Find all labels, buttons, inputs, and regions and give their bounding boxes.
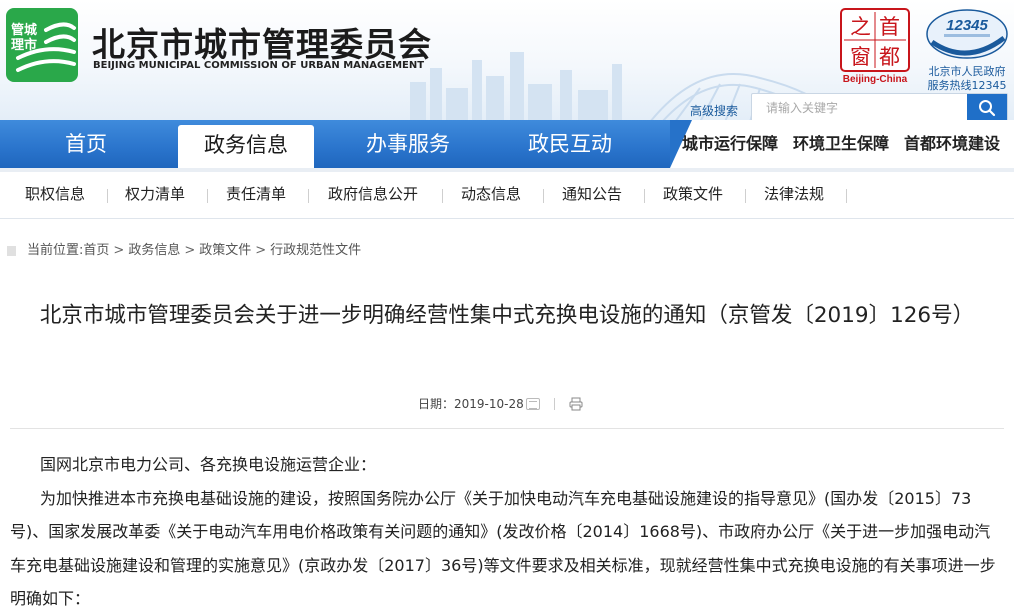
nav-item-government-info[interactable]: 政务信息 — [178, 125, 314, 168]
subnav-divider — [543, 189, 544, 203]
beijing-china-logo[interactable]: 之 首 窗 都 Beijing-China — [840, 8, 910, 85]
breadcrumb-marker-icon — [7, 246, 16, 256]
logo-emblem-icon — [16, 22, 76, 72]
seal-char-3: 窗 — [850, 45, 871, 69]
breadcrumb-policies[interactable]: 政策文件 — [199, 243, 251, 258]
main-nav: 首页 政务信息 办事服务 政民互动 城市运行保障 环境卫生保障 首都环境建设 — [0, 120, 1014, 168]
date-label: 日期： — [418, 397, 455, 411]
hotline-12345-logo[interactable]: 12345 北京市人民政府 服务热线12345 — [922, 8, 1012, 92]
breadcrumb-home[interactable]: 首页 — [83, 243, 109, 258]
subnav-item-news[interactable]: 动态信息 — [461, 172, 521, 219]
subnav-divider — [644, 189, 645, 203]
seal-char-2: 之 — [850, 15, 871, 39]
calendar-icon — [525, 398, 540, 410]
subnav-item-power-list[interactable]: 权力清单 — [125, 172, 185, 219]
breadcrumb-prefix: 当前位置: — [27, 243, 84, 258]
hotline-line2: 服务热线12345 — [927, 79, 1007, 92]
nav-item-interaction[interactable]: 政民互动 — [490, 120, 650, 168]
subnav-item-laws[interactable]: 法律法规 — [764, 172, 824, 219]
article-paragraph: 为加快推进本市充换电基础设施的建设，按照国务院办公厅《关于加快电动汽车充电基础设… — [10, 488, 996, 608]
site-logo[interactable]: 管城 理市 — [6, 8, 78, 82]
subnav-item-notices[interactable]: 通知公告 — [562, 172, 622, 219]
article-divider — [10, 428, 1004, 429]
hotline-emblem-icon: 12345 — [926, 9, 1008, 59]
subnav-divider — [107, 189, 108, 203]
link-city-operation[interactable]: 城市运行保障 — [682, 120, 778, 168]
breadcrumb-normative-docs[interactable]: 行政规范性文件 — [270, 243, 361, 258]
seal-char-0: 首 — [879, 15, 900, 39]
site-header: 管城 理市 北京市城市管理委员会 BEIJING MUNICIPAL COMMI… — [0, 0, 1014, 120]
subnav-item-policies[interactable]: 政策文件 — [663, 172, 723, 219]
hotline-number: 12345 — [946, 17, 988, 34]
subnav-item-authority[interactable]: 职权信息 — [25, 172, 85, 219]
article-meta: 日期：2019-10-28 — [418, 395, 583, 412]
site-title: 北京市城市管理委员会 — [92, 25, 432, 64]
search-button[interactable] — [967, 94, 1007, 120]
subnav-divider — [207, 189, 208, 203]
search-icon — [979, 100, 996, 117]
search-input[interactable] — [752, 94, 967, 120]
site-subtitle: BEIJING MUNICIPAL COMMISSION OF URBAN MA… — [93, 60, 425, 71]
subnav-divider — [745, 189, 746, 203]
subnav-divider — [308, 189, 309, 203]
advanced-search-link[interactable]: 高级搜索 — [690, 102, 738, 119]
link-sanitation[interactable]: 环境卫生保障 — [793, 120, 889, 168]
article-salutation: 国网北京市电力公司、各充换电设施运营企业： — [40, 455, 377, 474]
breadcrumb-separator: > — [113, 243, 125, 258]
subnav-item-info-disclosure[interactable]: 政府信息公开 — [328, 172, 418, 219]
search-bar — [751, 93, 1008, 120]
subnav-item-duty-list[interactable]: 责任清单 — [226, 172, 286, 219]
breadcrumb-separator: > — [255, 243, 267, 258]
link-capital-environment[interactable]: 首都环境建设 — [904, 120, 1000, 168]
nav-item-home[interactable]: 首页 — [0, 120, 172, 168]
article-title: 北京市城市管理委员会关于进一步明确经营性集中式充换电设施的通知（京管发〔2019… — [39, 303, 975, 328]
nav-item-services[interactable]: 办事服务 — [332, 120, 484, 168]
beijing-china-label: Beijing-China — [842, 74, 908, 85]
article-body: 国网北京市电力公司、各充换电设施运营企业： 为加快推进本市充换电基础设施的建设，… — [10, 448, 1004, 608]
breadcrumb-government-info[interactable]: 政务信息 — [128, 243, 180, 258]
sub-nav: 职权信息 权力清单 责任清单 政府信息公开 动态信息 通知公告 政策文件 法律法… — [0, 168, 1014, 219]
subnav-divider — [846, 189, 847, 203]
article-date: 2019-10-28 — [454, 397, 524, 411]
seal-char-1: 都 — [879, 45, 900, 69]
print-icon[interactable] — [569, 397, 583, 411]
meta-divider — [553, 398, 555, 410]
subnav-divider — [442, 189, 443, 203]
capital-window-seal-icon: 之 首 窗 都 — [840, 8, 910, 72]
breadcrumb-separator: > — [184, 243, 196, 258]
